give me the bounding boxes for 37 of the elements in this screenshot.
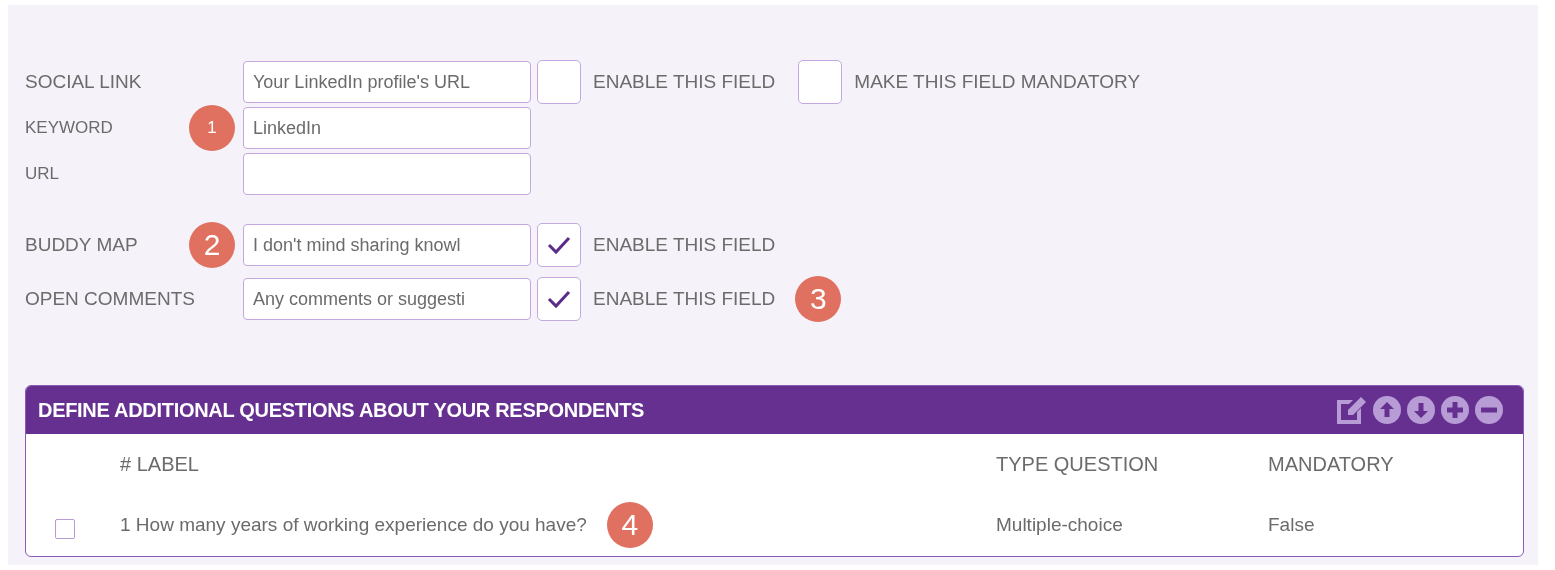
input-field[interactable]: Any comments or suggesti bbox=[243, 278, 531, 320]
field-label: SOCIAL LINK bbox=[25, 71, 142, 93]
callout-badge: 4 bbox=[606, 502, 653, 548]
checkbox-label: ENABLE THIS FIELD bbox=[593, 234, 776, 256]
input-field[interactable]: LinkedIn bbox=[243, 107, 531, 149]
input-field[interactable] bbox=[243, 153, 531, 195]
panel-title: DEFINE ADDITIONAL QUESTIONS ABOUT YOUR RESPONDENTS bbox=[38, 398, 646, 422]
row-checkbox[interactable] bbox=[55, 519, 75, 539]
checkbox-label: MAKE THIS FIELD MANDATORY bbox=[854, 71, 1141, 93]
table-cell: Multiple-choice bbox=[996, 514, 1123, 536]
checkbox[interactable] bbox=[537, 277, 581, 321]
column-header: # LABEL bbox=[120, 452, 199, 476]
question-label: 1 How many years of working experience do you have? bbox=[120, 514, 587, 536]
field-label: BUDDY MAP bbox=[25, 234, 138, 256]
arrow-down-icon[interactable] bbox=[1407, 396, 1435, 424]
column-header: MANDATORY bbox=[1268, 452, 1394, 476]
checkmark-icon bbox=[546, 288, 572, 310]
column-header: TYPE QUESTION bbox=[996, 452, 1159, 476]
input-field[interactable]: I don't mind sharing knowl bbox=[243, 224, 531, 266]
field-label: URL bbox=[25, 164, 59, 184]
checkbox-label: ENABLE THIS FIELD bbox=[593, 71, 776, 93]
table-cell: False bbox=[1268, 514, 1315, 536]
callout-badge: 1 bbox=[189, 105, 235, 151]
checkbox[interactable] bbox=[537, 223, 581, 267]
callout-badge: 2 bbox=[189, 222, 235, 268]
arrow-up-icon[interactable] bbox=[1373, 396, 1401, 424]
checkmark-icon bbox=[546, 234, 572, 256]
checkbox[interactable] bbox=[798, 60, 843, 104]
plus-icon[interactable] bbox=[1441, 396, 1469, 424]
input-field[interactable]: Your LinkedIn profile's URL bbox=[243, 61, 531, 103]
edit-icon[interactable] bbox=[1335, 396, 1367, 424]
field-label: OPEN COMMENTS bbox=[25, 288, 195, 310]
callout-badge: 3 bbox=[795, 276, 842, 322]
checkbox[interactable] bbox=[537, 60, 581, 104]
minus-icon[interactable] bbox=[1475, 396, 1503, 424]
checkbox-label: ENABLE THIS FIELD bbox=[593, 288, 776, 310]
field-label: KEYWORD bbox=[25, 118, 113, 138]
